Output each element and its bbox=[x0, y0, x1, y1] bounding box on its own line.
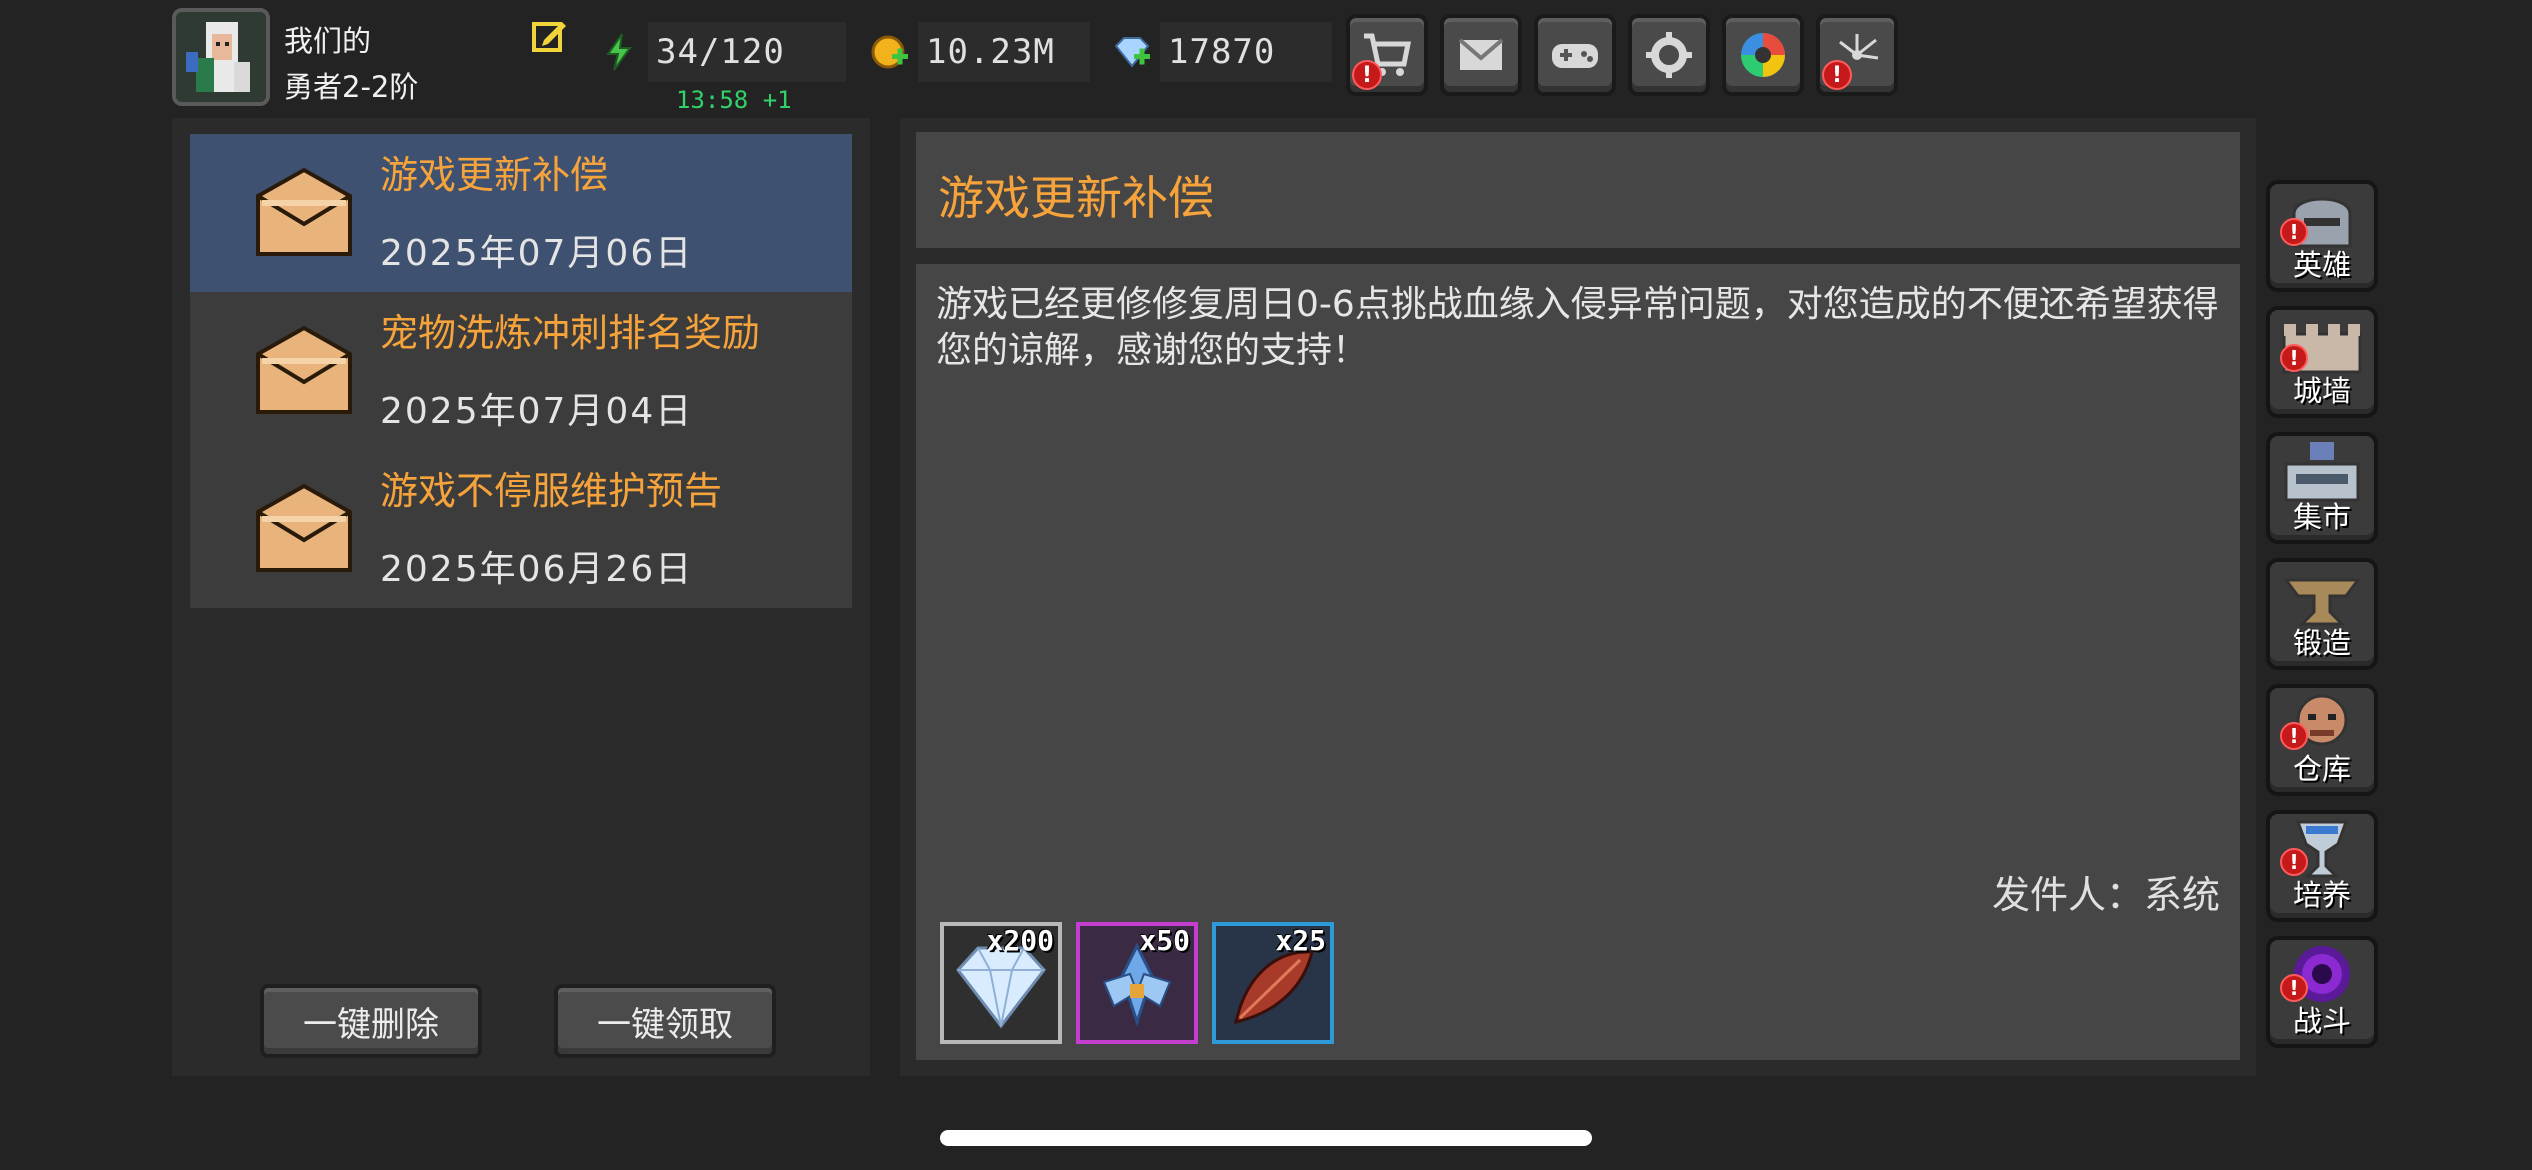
attachment-quantity: x200 bbox=[986, 924, 1054, 957]
nav-label: 战斗 bbox=[2292, 1004, 2351, 1038]
nav-label: 锻造 bbox=[2292, 626, 2351, 660]
gem-icon bbox=[1112, 32, 1152, 72]
nav-cultivate[interactable]: ! 培养 bbox=[2266, 810, 2378, 922]
claim-all-button[interactable]: 一键领取 bbox=[554, 984, 776, 1058]
mail-detail-content: 游戏已经更修修复周日0-6点挑战血缘入侵异常问题，对您造成的不便还希望获得您的谅… bbox=[936, 284, 2219, 371]
nav-market[interactable]: 集市 bbox=[2266, 432, 2378, 544]
hero-portrait-icon bbox=[176, 12, 266, 102]
attachment-quantity: x50 bbox=[1139, 924, 1190, 957]
color-wheel-button[interactable] bbox=[1722, 14, 1804, 96]
player-name: 我们的 bbox=[284, 24, 372, 58]
mail-date: 2025年06月26日 bbox=[380, 549, 694, 590]
mail-item-update-compensation[interactable]: 游戏更新补偿 2025年07月06日 bbox=[190, 134, 852, 292]
envelope-icon bbox=[256, 483, 352, 572]
gear-icon bbox=[1646, 32, 1692, 78]
stamina-value: 34/120 bbox=[648, 22, 846, 82]
edit-name-icon[interactable] bbox=[530, 16, 570, 56]
mail-date: 2025年07月06日 bbox=[380, 233, 694, 274]
envelope-icon bbox=[256, 325, 352, 414]
nav-wall[interactable]: ! 城墙 bbox=[2266, 306, 2378, 418]
nav-warehouse[interactable]: ! 仓库 bbox=[2266, 684, 2378, 796]
mail-title: 宠物洗炼冲刺排名奖励 bbox=[380, 311, 761, 355]
attachment-quantity: x25 bbox=[1275, 924, 1326, 957]
stamina-timer: 13:58 +1 bbox=[676, 86, 792, 114]
nav-battle[interactable]: ! 战斗 bbox=[2266, 936, 2378, 1048]
attachment-red-feather[interactable]: x25 bbox=[1212, 922, 1334, 1044]
nav-hero[interactable]: ! 英雄 bbox=[2266, 180, 2378, 292]
mail-detail-title: 游戏更新补偿 bbox=[938, 171, 1214, 225]
gamepad-icon bbox=[1552, 44, 1598, 68]
nav-label: 仓库 bbox=[2292, 752, 2351, 786]
stamina-icon bbox=[600, 32, 640, 72]
mail-date: 2025年07月04日 bbox=[380, 391, 694, 432]
nav-label: 城墙 bbox=[2292, 374, 2351, 408]
player-rank: 勇者2-2阶 bbox=[284, 70, 419, 104]
mail-item-maintenance-notice[interactable]: 游戏不停服维护预告 2025年06月26日 bbox=[190, 450, 852, 608]
shop-button[interactable]: ! bbox=[1346, 14, 1428, 96]
gold-value: 10.23M bbox=[918, 22, 1090, 82]
gem-value: 17870 bbox=[1160, 22, 1332, 82]
mail-detail-header: 游戏更新补偿 bbox=[916, 132, 2240, 248]
mail-button[interactable] bbox=[1440, 14, 1522, 96]
mail-item-pet-ranking-reward[interactable]: 宠物洗炼冲刺排名奖励 2025年07月04日 bbox=[190, 292, 852, 450]
attachment-blue-crystal[interactable]: x50 bbox=[1076, 922, 1198, 1044]
fireworks-button[interactable]: ! bbox=[1816, 14, 1898, 96]
nav-label: 英雄 bbox=[2292, 248, 2351, 282]
settings-button[interactable] bbox=[1628, 14, 1710, 96]
player-avatar[interactable] bbox=[172, 8, 270, 106]
mail-detail-body: 游戏已经更修修复周日0-6点挑战血缘入侵异常问题，对您造成的不便还希望获得您的谅… bbox=[916, 264, 2240, 1060]
gold-coin-icon bbox=[870, 32, 910, 72]
nav-label: 培养 bbox=[2292, 878, 2351, 912]
mail-title: 游戏不停服维护预告 bbox=[380, 469, 723, 513]
envelope-icon bbox=[256, 167, 352, 256]
nav-forge[interactable]: 锻造 bbox=[2266, 558, 2378, 670]
attachment-diamond[interactable]: x200 bbox=[940, 922, 1062, 1044]
mail-title: 游戏更新补偿 bbox=[380, 153, 609, 197]
alert-badge: ! bbox=[1352, 60, 1382, 90]
mail-icon bbox=[1458, 38, 1504, 70]
mail-sender: 发件人：系统 bbox=[1991, 873, 2220, 917]
alert-badge: ! bbox=[1822, 60, 1852, 90]
home-indicator[interactable] bbox=[940, 1130, 1592, 1146]
color-wheel-icon bbox=[1741, 33, 1785, 77]
nav-label: 集市 bbox=[2292, 500, 2351, 534]
mail-detail-panel: 游戏更新补偿 游戏已经更修修复周日0-6点挑战血缘入侵异常问题，对您造成的不便还… bbox=[900, 118, 2256, 1076]
mail-list-panel: 游戏更新补偿 2025年07月06日 宠物洗炼冲刺排名奖励 2025年07月04… bbox=[172, 118, 870, 1076]
delete-all-button[interactable]: 一键删除 bbox=[260, 984, 482, 1058]
gamepad-button[interactable] bbox=[1534, 14, 1616, 96]
